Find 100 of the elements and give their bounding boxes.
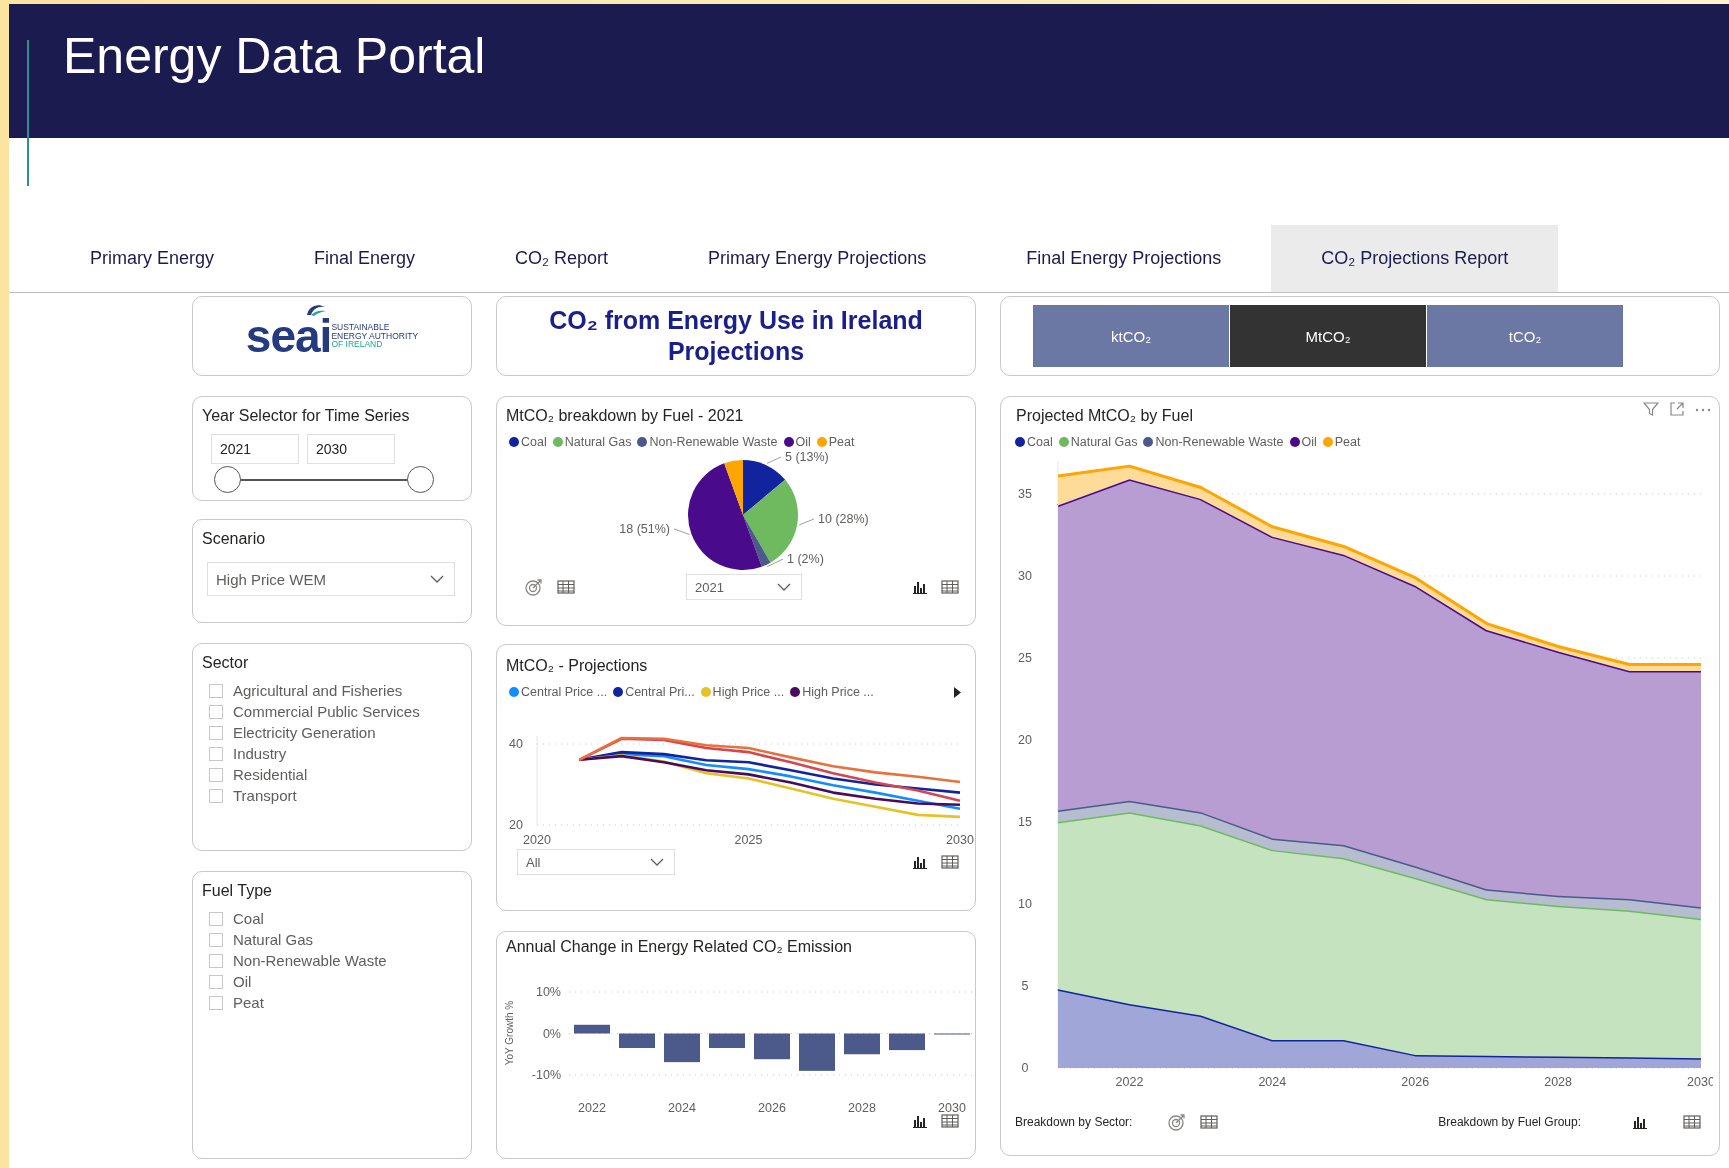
year-dropdown[interactable]: 2021 bbox=[686, 574, 802, 600]
table-icon[interactable] bbox=[1200, 1115, 1219, 1129]
data-label: 5 (13%) bbox=[785, 450, 829, 464]
checkbox[interactable] bbox=[209, 725, 223, 740]
chart-title: MtCO₂ breakdown by Fuel - 2021 bbox=[505, 406, 744, 425]
report-title: CO₂ from Energy Use in Ireland Projections bbox=[548, 304, 924, 367]
target-icon[interactable] bbox=[1168, 1113, 1187, 1131]
axis-label: 35 bbox=[1018, 487, 1032, 501]
data-label: 1 (2%) bbox=[787, 552, 824, 566]
axis-label: 20 bbox=[509, 818, 523, 832]
checkbox[interactable] bbox=[209, 974, 223, 989]
table-icon[interactable] bbox=[941, 855, 959, 869]
footer-label: Breakdown by Sector: bbox=[1015, 1115, 1133, 1129]
start-year-field[interactable]: 2021 bbox=[211, 434, 299, 464]
legend-label: Non-Renewable Waste bbox=[649, 435, 778, 449]
slider-thumb[interactable] bbox=[407, 466, 434, 493]
unit-button[interactable]: ktCO₂ bbox=[1033, 305, 1230, 367]
end-year-field[interactable]: 2030 bbox=[307, 434, 395, 464]
legend-label: Oil bbox=[1301, 435, 1317, 449]
bar bbox=[799, 1033, 835, 1071]
checkbox-label[interactable]: Electricity Generation bbox=[233, 724, 376, 741]
footer-label: Breakdown by Fuel Group: bbox=[1438, 1115, 1581, 1129]
app-title: Energy Data Portal bbox=[63, 27, 486, 85]
leader-line bbox=[766, 558, 784, 568]
leader-line bbox=[673, 528, 690, 535]
bar bbox=[709, 1033, 745, 1049]
axis-label: 15 bbox=[1018, 815, 1032, 829]
chevron-down-icon[interactable] bbox=[650, 858, 664, 866]
legend-label: Peat bbox=[828, 435, 855, 449]
axis-label: 0 bbox=[1021, 1061, 1029, 1075]
tab[interactable]: Primary Energy Projections bbox=[658, 225, 977, 292]
table-icon[interactable] bbox=[557, 580, 575, 594]
checkbox-label[interactable]: Coal bbox=[233, 910, 264, 927]
legend-label: Non-Renewable Waste bbox=[1155, 435, 1284, 449]
axis-title: YoY Growth % bbox=[504, 1000, 515, 1066]
axis-label: 2028 bbox=[1544, 1075, 1572, 1089]
unit-button[interactable]: MtCO₂ bbox=[1230, 305, 1427, 367]
checkbox[interactable] bbox=[209, 704, 223, 719]
checkbox[interactable] bbox=[209, 788, 223, 803]
logo-tagline: SUSTAINABLE bbox=[331, 322, 391, 332]
focus-mode-icon[interactable] bbox=[1669, 401, 1685, 417]
checkbox-label[interactable]: Peat bbox=[233, 994, 264, 1011]
checkbox-label[interactable]: Industry bbox=[233, 745, 287, 762]
legend-label: Natural Gas bbox=[1070, 435, 1138, 449]
checkbox[interactable] bbox=[209, 995, 223, 1010]
table-icon[interactable] bbox=[941, 1114, 959, 1128]
filter-dropdown[interactable]: All bbox=[517, 849, 675, 875]
unit-button[interactable]: tCO₂ bbox=[1427, 305, 1624, 367]
tab[interactable]: Final Energy Projections bbox=[976, 225, 1272, 292]
bar bbox=[619, 1033, 655, 1049]
chart-title: Annual Change in Energy Related CO₂ Emission bbox=[505, 937, 852, 956]
chevron-down-icon[interactable] bbox=[777, 583, 791, 591]
checkbox-label[interactable]: Transport bbox=[233, 787, 297, 804]
checkbox[interactable] bbox=[209, 746, 223, 761]
axis-label: 0% bbox=[542, 1026, 561, 1041]
checkbox[interactable] bbox=[209, 683, 223, 698]
bar-chart-icon[interactable] bbox=[1633, 1115, 1647, 1129]
chart-title: Projected MtCO₂ by Fuel bbox=[1015, 406, 1193, 425]
bar-chart-icon[interactable] bbox=[913, 580, 927, 594]
slicer-title: Scenario bbox=[201, 529, 266, 548]
checkbox-label[interactable]: Natural Gas bbox=[233, 931, 314, 948]
axis-label: 2025 bbox=[734, 833, 763, 847]
tab[interactable]: CO₂ Report bbox=[465, 225, 659, 292]
caret-right-icon[interactable] bbox=[954, 686, 961, 698]
bar-chart-icon[interactable] bbox=[913, 1114, 927, 1128]
checkbox[interactable] bbox=[209, 767, 223, 782]
tab[interactable]: CO₂ Projections Report bbox=[1271, 225, 1559, 292]
bar bbox=[889, 1033, 925, 1051]
logo-tagline: ENERGY AUTHORITY bbox=[331, 331, 419, 341]
axis-label: 2022 bbox=[1115, 1075, 1144, 1089]
tab[interactable]: Primary Energy bbox=[40, 225, 265, 292]
checkbox[interactable] bbox=[209, 911, 223, 926]
checkbox-label[interactable]: Oil bbox=[233, 973, 252, 990]
checkbox[interactable] bbox=[209, 932, 223, 947]
table-icon[interactable] bbox=[941, 580, 959, 594]
axis-label: -10% bbox=[531, 1068, 561, 1082]
legend-label: Coal bbox=[521, 435, 547, 449]
axis-label: 2024 bbox=[668, 1101, 696, 1115]
bar bbox=[754, 1033, 790, 1060]
checkbox[interactable] bbox=[209, 953, 223, 968]
legend-label: Natural Gas bbox=[564, 435, 632, 449]
slicer-title: Sector bbox=[201, 653, 249, 672]
chevron-down-icon[interactable] bbox=[430, 575, 444, 583]
tab[interactable]: Final Energy bbox=[264, 225, 466, 292]
table-icon[interactable] bbox=[1683, 1115, 1701, 1129]
chart-title: MtCO₂ - Projections bbox=[505, 656, 648, 675]
bar bbox=[844, 1033, 880, 1055]
checkbox-label[interactable]: Residential bbox=[233, 766, 308, 783]
legend-label: Central Pri... bbox=[625, 685, 695, 699]
checkbox-label[interactable]: Commercial Public Services bbox=[233, 703, 420, 720]
filter-icon[interactable] bbox=[1643, 401, 1659, 417]
slider-thumb[interactable] bbox=[214, 466, 241, 493]
checkbox-label[interactable]: Non-Renewable Waste bbox=[233, 952, 387, 969]
scenario-dropdown[interactable]: High Price WEM bbox=[207, 562, 455, 596]
checkbox-label[interactable]: Agricultural and Fisheries bbox=[233, 682, 403, 699]
leader-line bbox=[798, 518, 815, 526]
logo-wordmark: seai bbox=[245, 313, 332, 359]
bar-chart-icon[interactable] bbox=[913, 855, 927, 869]
target-icon[interactable] bbox=[525, 578, 543, 596]
bar bbox=[664, 1033, 700, 1063]
